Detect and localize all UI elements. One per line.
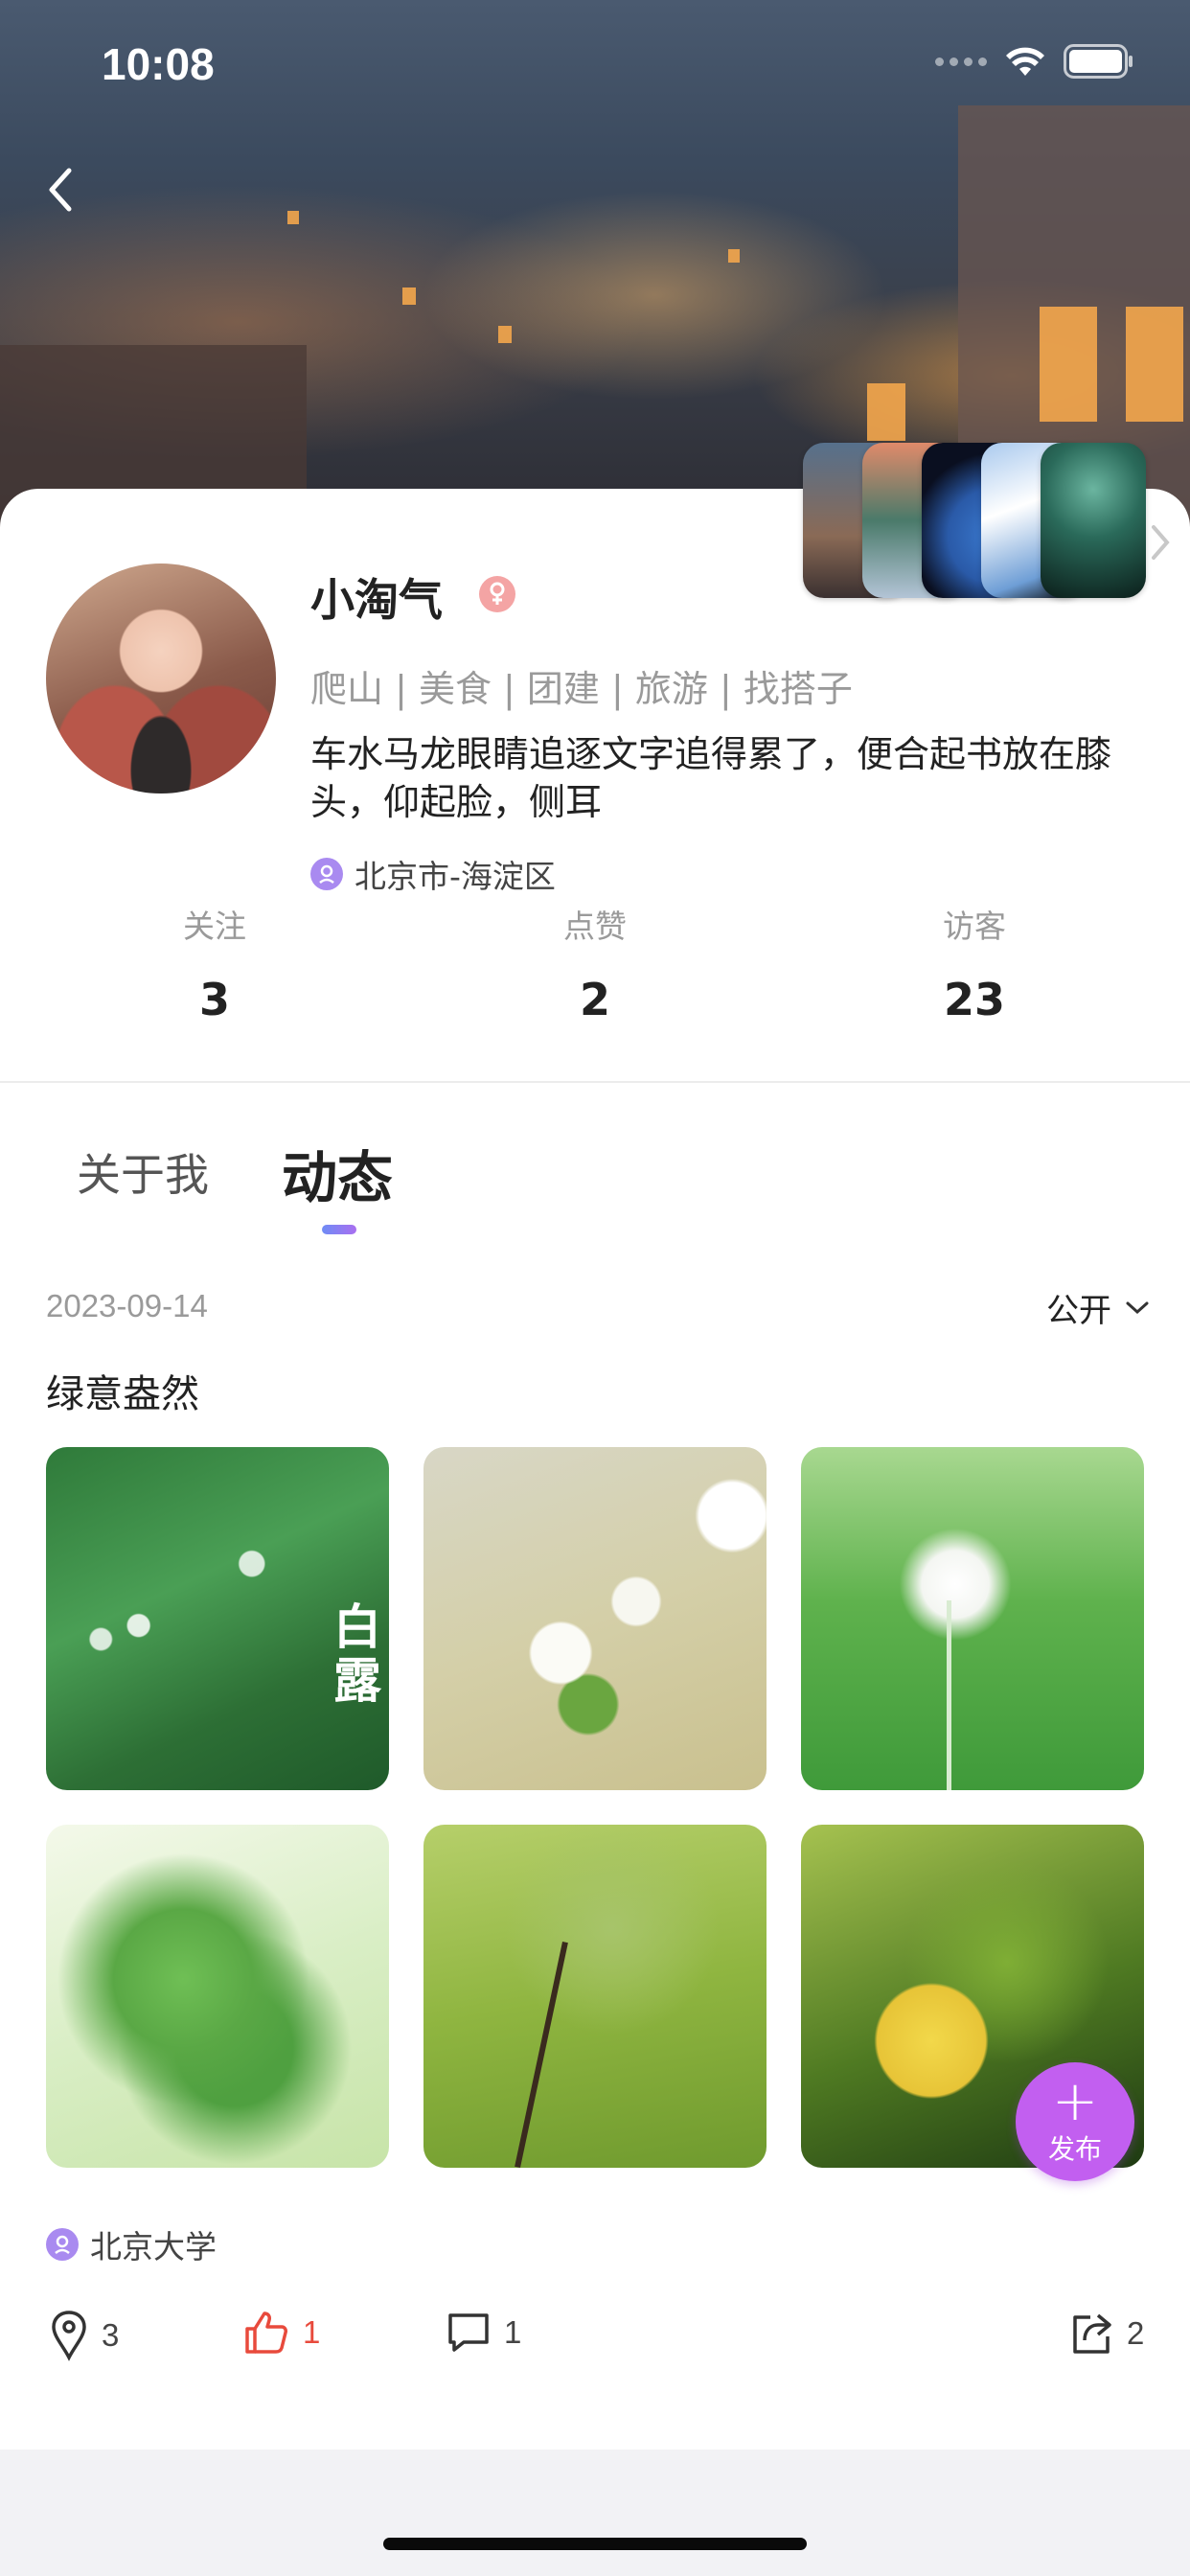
- visibility-dropdown[interactable]: 公开: [1046, 1284, 1150, 1331]
- stat-label: 关注: [183, 908, 246, 945]
- profile-tags: 爬山 | 美食 | 团建 | 旅游 | 找搭子: [310, 668, 853, 710]
- chevron-left-icon: [49, 168, 72, 212]
- album-thumbnails[interactable]: [803, 443, 1148, 598]
- profile-bio: 车水马龙眼睛追逐文字追得累了，便合起书放在膝头，仰起脸，侧耳: [310, 733, 1112, 823]
- views-count: 3: [102, 2317, 120, 2353]
- views-action[interactable]: 3: [50, 2310, 119, 2361]
- tab-about-me[interactable]: 关于我: [77, 1140, 209, 1204]
- post-actions: 3 1 1 2: [0, 2310, 1190, 2367]
- share-icon: [1073, 2313, 1111, 2354]
- signal-icon: [935, 57, 987, 66]
- avatar[interactable]: [46, 564, 276, 794]
- stat-value: 3: [198, 974, 230, 1025]
- stat-visitors[interactable]: 访客 23: [869, 901, 1080, 1025]
- thumbs-up-icon: [245, 2312, 287, 2354]
- share-action[interactable]: 2: [1069, 2312, 1144, 2356]
- map-pin-icon: [52, 2311, 86, 2361]
- album-thumb[interactable]: [1041, 443, 1146, 598]
- visibility-label: 公开: [1046, 1292, 1111, 1330]
- stat-value: 23: [943, 974, 1005, 1025]
- profile-location: 北京市-海淀区: [310, 851, 556, 897]
- post-image[interactable]: [423, 1825, 767, 2168]
- tab-active-indicator: [322, 1225, 356, 1234]
- publish-label: 发布: [1047, 2133, 1102, 2165]
- post-location[interactable]: 北京大学: [46, 2221, 217, 2267]
- stat-label: 点赞: [563, 908, 627, 945]
- chevron-right-icon[interactable]: [1150, 523, 1171, 562]
- stat-label: 访客: [943, 908, 1006, 945]
- status-time: 10:08: [102, 39, 215, 89]
- comments-count: 1: [504, 2314, 522, 2350]
- post-image[interactable]: [801, 1447, 1144, 1790]
- chevron-down-icon: [1126, 1301, 1149, 1314]
- image-caption: 白露: [333, 1598, 381, 1709]
- shares-count: 2: [1127, 2315, 1145, 2351]
- stats-row: 关注 3 点赞 2 访客 23: [0, 901, 1190, 1054]
- post-image[interactable]: [423, 1447, 767, 1790]
- like-action[interactable]: 1: [243, 2310, 320, 2356]
- post-image[interactable]: 白露: [46, 1447, 389, 1790]
- publish-button[interactable]: + 发布: [1016, 2062, 1134, 2181]
- home-indicator: [383, 2538, 807, 2550]
- battery-icon: [1064, 44, 1133, 79]
- post-location-text: 北京大学: [90, 2228, 217, 2266]
- wifi-icon: [1006, 47, 1044, 76]
- female-icon: [479, 576, 515, 612]
- stat-likes[interactable]: 点赞 2: [490, 901, 700, 1025]
- stat-value: 2: [579, 974, 610, 1025]
- status-icons: [935, 44, 1134, 79]
- back-button[interactable]: [36, 161, 84, 218]
- tab-moments[interactable]: 动态: [282, 1133, 393, 1213]
- profile-name: 小淘气: [310, 574, 443, 626]
- post-image[interactable]: [46, 1825, 389, 2168]
- profile-location-text: 北京市-海淀区: [355, 858, 556, 895]
- post-text: 绿意盎然: [46, 1372, 199, 1416]
- plus-icon: +: [1051, 2068, 1099, 2133]
- post-date: 2023-09-14: [46, 1288, 208, 1323]
- likes-count: 1: [303, 2314, 321, 2350]
- stat-following[interactable]: 关注 3: [109, 901, 320, 1025]
- comment-action[interactable]: 1: [446, 2312, 521, 2354]
- location-pin-icon: [46, 2228, 79, 2261]
- location-pin-icon: [310, 858, 343, 890]
- comment-icon: [448, 2313, 489, 2352]
